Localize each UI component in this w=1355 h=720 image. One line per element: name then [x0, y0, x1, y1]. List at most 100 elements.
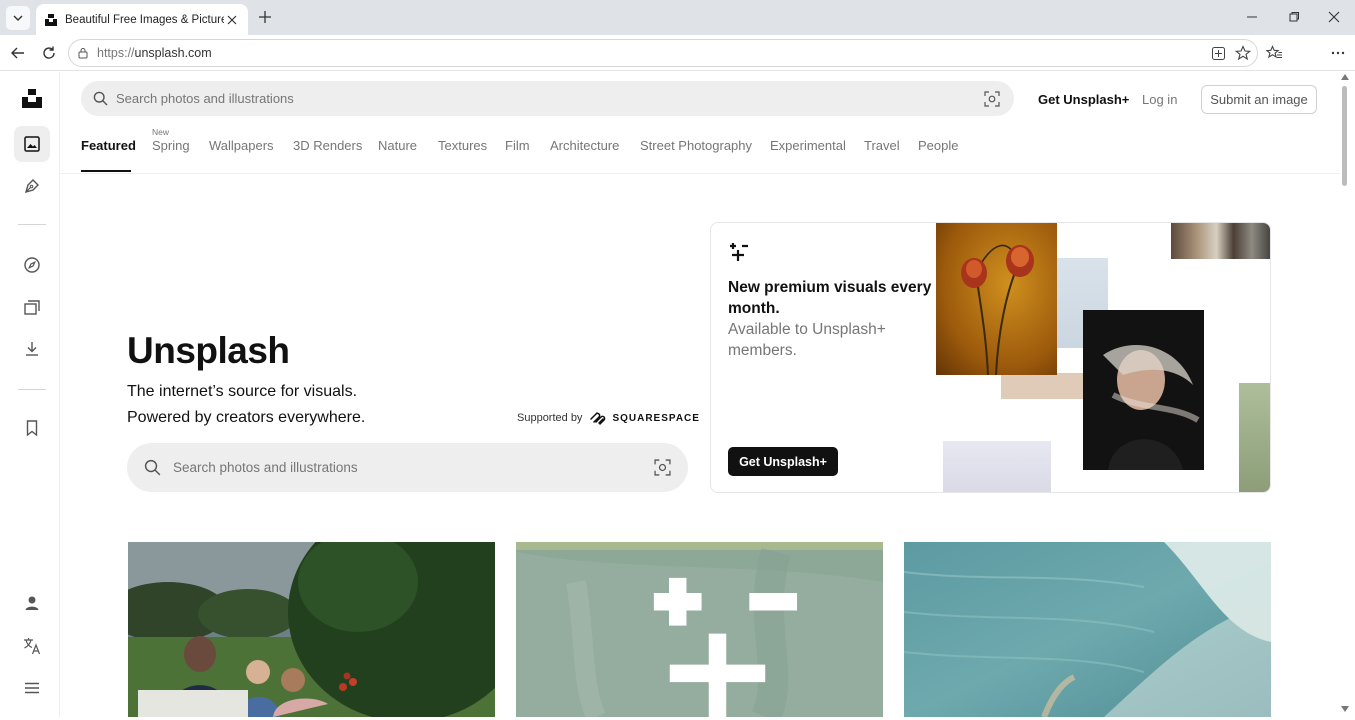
star-icon — [1235, 45, 1251, 61]
photo-card-orchard[interactable] — [128, 542, 495, 717]
header-search-input[interactable] — [116, 91, 1014, 106]
scroll-up-icon[interactable] — [1341, 74, 1349, 80]
browser-toolbar: https://unsplash.com — [0, 35, 1355, 71]
favorite-button[interactable] — [1233, 43, 1253, 63]
search-icon[interactable] — [144, 459, 161, 476]
header-search-bar[interactable] — [81, 81, 1014, 116]
photo-card-plus-abstract[interactable] — [516, 542, 883, 717]
rail-divider — [18, 389, 46, 390]
hero-tagline-2: Powered by creators everywhere. — [127, 409, 366, 426]
promo-headline: New premium visuals every month. — [728, 279, 932, 317]
topic-new-badge: New — [152, 127, 170, 137]
topic-architecture[interactable]: Architecture — [550, 138, 619, 153]
url-protocol: https:// — [97, 46, 135, 60]
topic-film[interactable]: Film — [505, 138, 530, 153]
rail-divider — [18, 224, 46, 225]
topic-nature[interactable]: Nature — [378, 138, 417, 153]
hero-tagline-1: The internet’s source for visuals. — [127, 383, 358, 400]
restore-icon — [1289, 12, 1299, 22]
restore-button[interactable] — [1285, 8, 1303, 26]
sponsor-name: SQUARESPACE — [612, 412, 700, 424]
rail-bookmarks[interactable] — [14, 410, 50, 446]
orchard-photo — [128, 542, 495, 717]
browser-tab-active[interactable]: Beautiful Free Images & Pictures | Unspl… — [36, 4, 248, 35]
minimize-icon — [1247, 16, 1257, 18]
topic-spring[interactable]: Spring — [152, 138, 190, 153]
rail-menu[interactable] — [14, 670, 50, 706]
illustrations-icon — [24, 179, 39, 194]
more-options-button[interactable] — [1328, 43, 1348, 63]
photos-icon — [24, 136, 40, 152]
refresh-button[interactable] — [39, 43, 59, 63]
hero-title: Unsplash — [127, 330, 290, 371]
unsplash-favicon-icon — [45, 13, 57, 26]
collections-icon — [24, 300, 40, 315]
plus-icon — [259, 11, 271, 23]
lock-icon[interactable] — [77, 47, 89, 59]
url-text[interactable]: https://unsplash.com — [97, 46, 212, 60]
new-tab-button[interactable] — [256, 8, 274, 26]
promo-get-plus-button[interactable]: Get Unsplash+ — [728, 447, 838, 476]
topic-travel[interactable]: Travel — [864, 138, 900, 153]
active-topic-indicator — [81, 170, 131, 172]
close-window-button[interactable] — [1325, 8, 1343, 26]
rail-language[interactable] — [14, 628, 50, 664]
tab-actions-button[interactable] — [6, 6, 30, 30]
app-available-button[interactable] — [1208, 43, 1228, 63]
profile-icon — [25, 596, 39, 610]
rail-photos[interactable] — [14, 126, 50, 162]
promo-image-haze — [943, 441, 1051, 492]
visual-search-icon — [984, 91, 1000, 107]
promo-image-architecture — [1171, 223, 1270, 259]
topic-experimental[interactable]: Experimental — [770, 138, 846, 153]
rail-explore[interactable] — [14, 247, 50, 283]
topic-street-photography[interactable]: Street Photography — [640, 138, 752, 153]
topics-divider — [60, 173, 1340, 174]
submit-image-button[interactable]: Submit an image — [1201, 85, 1317, 114]
hero-search-input[interactable] — [173, 460, 688, 475]
apps-icon — [1211, 46, 1225, 60]
photo-card-sea[interactable] — [904, 542, 1271, 717]
rail-profile[interactable] — [14, 585, 50, 621]
topic-textures[interactable]: Textures — [438, 138, 487, 153]
close-icon — [1328, 11, 1340, 23]
search-icon[interactable] — [93, 91, 108, 106]
hero-search-bar[interactable] — [127, 443, 688, 492]
url-host: unsplash.com — [134, 46, 212, 60]
unsplash-home-link[interactable] — [14, 80, 50, 116]
downloads-icon — [26, 342, 38, 356]
address-bar[interactable]: https://unsplash.com — [68, 39, 1258, 67]
favorites-list-icon — [1265, 45, 1282, 59]
favorites-button[interactable] — [1264, 43, 1284, 63]
rail-downloads[interactable] — [14, 331, 50, 367]
more-horizontal-icon — [1331, 51, 1345, 55]
explore-icon — [24, 257, 40, 273]
logo-icon — [22, 89, 42, 108]
topic-3d-renders[interactable]: 3D Renders — [293, 138, 362, 153]
unsplash-plus-promo-card[interactable]: New premium visuals every month. Availab… — [710, 222, 1271, 493]
arrow-left-icon — [11, 47, 24, 59]
squarespace-logo-icon — [590, 412, 606, 425]
scroll-down-icon[interactable] — [1341, 706, 1349, 712]
minimize-button[interactable] — [1243, 8, 1261, 26]
promo-image-sand — [1001, 373, 1091, 399]
login-link[interactable]: Log in — [1142, 92, 1177, 107]
get-unsplash-plus-link[interactable]: Get Unsplash+ — [1038, 92, 1129, 107]
visual-search-icon — [653, 458, 671, 476]
visual-search-button[interactable] — [983, 90, 1001, 108]
rail-collections[interactable] — [14, 289, 50, 325]
menu-icon — [25, 682, 39, 694]
back-button[interactable] — [8, 43, 28, 63]
promo-subtext: Available to Unsplash+ members. — [728, 321, 886, 359]
rail-illustrations[interactable] — [14, 168, 50, 204]
page-scrollbar[interactable] — [1339, 72, 1351, 717]
topic-featured[interactable]: Featured — [81, 138, 136, 153]
topic-wallpapers[interactable]: Wallpapers — [209, 138, 274, 153]
tab-close-icon[interactable] — [224, 12, 240, 28]
supported-by-label: Supported by — [517, 412, 583, 424]
scrollbar-thumb[interactable] — [1342, 86, 1347, 186]
sponsor-credit[interactable]: Supported by SQUARESPACE — [517, 411, 700, 425]
topic-people[interactable]: People — [918, 138, 958, 153]
unsplash-plus-logo-icon — [730, 243, 748, 261]
hero-visual-search-button[interactable] — [653, 458, 671, 476]
